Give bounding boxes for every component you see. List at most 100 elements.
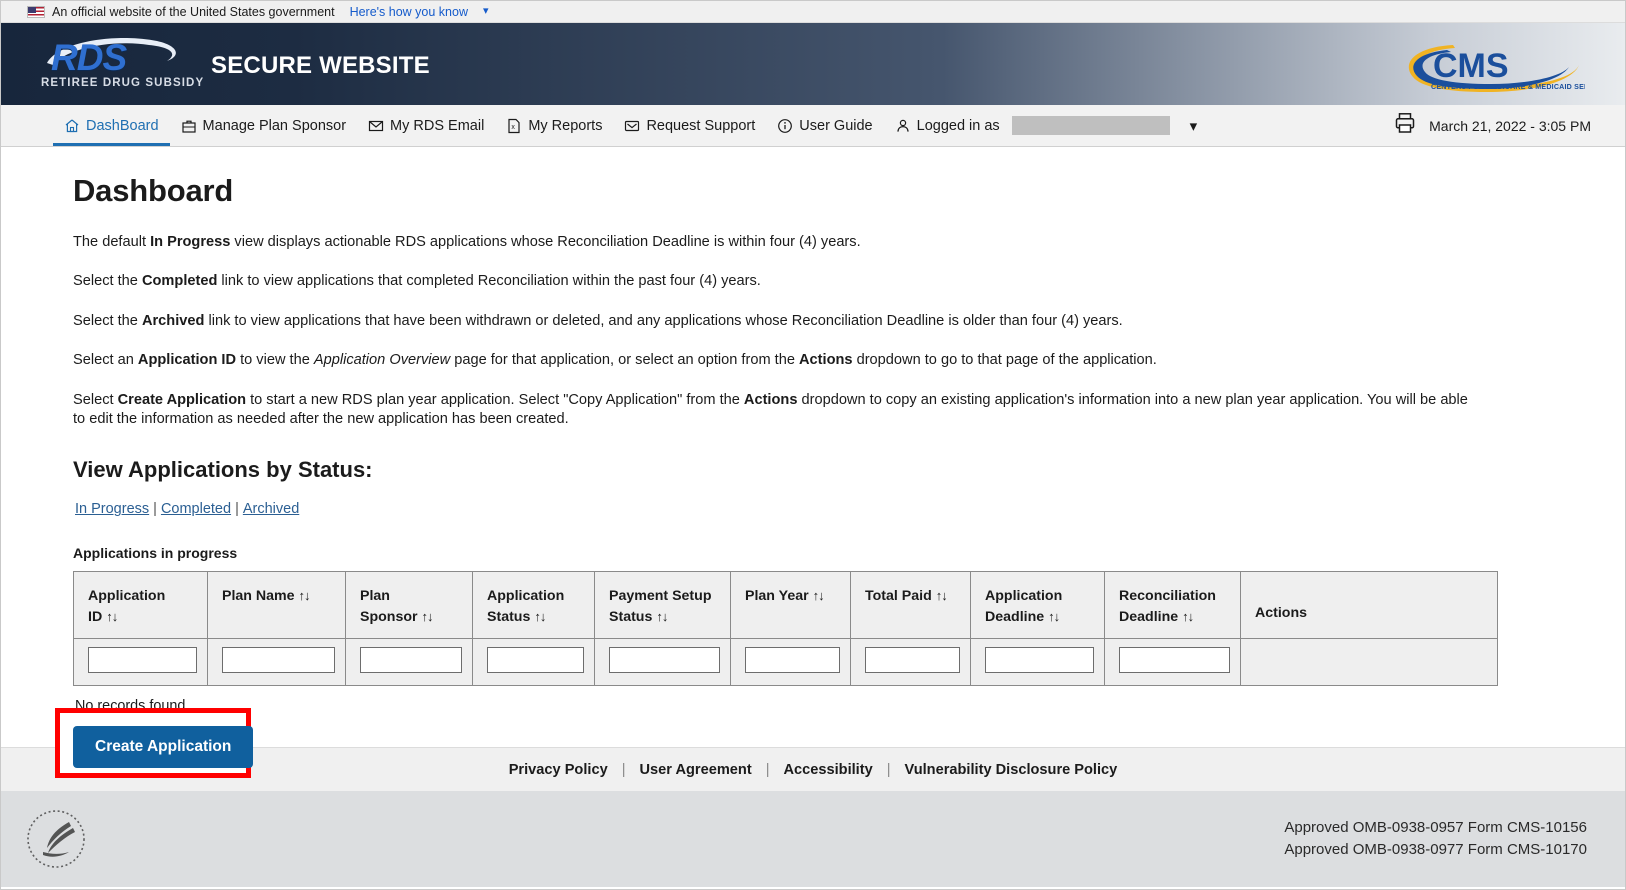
site-masthead: RDS RETIREE DRUG SUBSIDY SECURE WEBSITE … — [1, 23, 1625, 105]
status-link-in-progress[interactable]: In Progress — [75, 501, 149, 517]
logged-in-label: Logged in as — [917, 118, 1000, 134]
filter-input-application-deadline[interactable] — [985, 647, 1094, 673]
no-records-message: No records found. — [75, 698, 1555, 714]
nav-item-request-support[interactable]: Request Support — [613, 105, 766, 146]
column-header-application-id[interactable]: Application ID↑↓ — [74, 572, 208, 638]
nav-label: User Guide — [799, 118, 872, 134]
intro-paragraph: Select Create Application to start a new… — [73, 391, 1473, 430]
nav-label: My RDS Email — [390, 118, 484, 134]
column-header-application-deadline[interactable]: Application Deadline↑↓ — [971, 572, 1105, 638]
column-header-label: Reconciliation Deadline — [1119, 588, 1216, 625]
printer-icon[interactable] — [1393, 111, 1417, 140]
table-header-row: Application ID↑↓Plan Name↑↓Plan Sponsor↑… — [74, 572, 1498, 638]
filter-input-total-paid[interactable] — [865, 647, 960, 673]
filter-input-plan-name[interactable] — [222, 647, 335, 673]
omb-approval-block: Approved OMB-0938-0957 Form CMS-10156 Ap… — [1284, 817, 1587, 861]
nav-item-dashboard[interactable]: DashBoard — [53, 105, 170, 146]
create-application-wrapper: Create Application — [73, 726, 253, 768]
status-link-separator: | — [235, 501, 239, 517]
filter-cell — [208, 638, 346, 685]
briefcase-icon — [181, 118, 197, 134]
create-application-button[interactable]: Create Application — [73, 726, 253, 768]
rds-wordmark: RDS — [51, 37, 126, 79]
nav-label: Manage Plan Sponsor — [203, 118, 347, 134]
us-flag-icon — [27, 6, 45, 18]
filter-input-plan-year[interactable] — [745, 647, 840, 673]
main-content: Dashboard The default In Progress view d… — [1, 147, 1625, 747]
intro-paragraph: Select an Application ID to view the App… — [73, 351, 1473, 370]
filter-input-application-id[interactable] — [88, 647, 197, 673]
footer-link-privacy-policy[interactable]: Privacy Policy — [495, 762, 622, 778]
page-title: Dashboard — [73, 173, 1555, 209]
heres-how-you-know-link[interactable]: Here's how you know — [350, 5, 468, 19]
filter-input-payment-setup-status[interactable] — [609, 647, 720, 673]
sort-arrows-icon[interactable]: ↑↓ — [936, 588, 947, 603]
view-applications-heading: View Applications by Status: — [73, 457, 1555, 483]
table-caption: Applications in progress — [73, 545, 1555, 561]
footer-bottom: Approved OMB-0938-0957 Form CMS-10156 Ap… — [1, 791, 1625, 887]
user-menu-chevron-down-icon[interactable]: ▾ — [1190, 117, 1198, 135]
status-link-completed[interactable]: Completed — [161, 501, 231, 517]
column-header-plan-name[interactable]: Plan Name↑↓ — [208, 572, 346, 638]
chevron-down-icon[interactable]: ▾ — [483, 6, 489, 17]
column-header-label: Application ID — [88, 588, 165, 625]
filter-input-plan-sponsor[interactable] — [360, 647, 462, 673]
sort-arrows-icon[interactable]: ↑↓ — [534, 609, 545, 624]
column-header-reconciliation-deadline[interactable]: Reconciliation Deadline↑↓ — [1105, 572, 1241, 638]
home-icon — [64, 118, 80, 134]
sort-arrows-icon[interactable]: ↑↓ — [106, 609, 117, 624]
status-link-archived[interactable]: Archived — [243, 501, 299, 517]
nav-utility-group: March 21, 2022 - 3:05 PM — [1393, 105, 1625, 146]
intro-paragraphs: The default In Progress view displays ac… — [73, 233, 1555, 429]
status-filter-links: In Progress|Completed|Archived — [75, 501, 1555, 517]
sort-arrows-icon[interactable]: ↑↓ — [422, 609, 433, 624]
intro-paragraph: Select the Completed link to view applic… — [73, 272, 1473, 291]
filter-cell — [346, 638, 473, 685]
rds-logo[interactable]: RDS RETIREE DRUG SUBSIDY — [39, 35, 189, 93]
filter-cell — [74, 638, 208, 685]
footer-link-accessibility[interactable]: Accessibility — [769, 762, 886, 778]
filter-input-application-status[interactable] — [487, 647, 584, 673]
column-header-label: Actions — [1255, 605, 1307, 621]
column-header-label: Application Status — [487, 588, 564, 625]
current-datetime: March 21, 2022 - 3:05 PM — [1429, 118, 1591, 134]
column-header-payment-setup-status[interactable]: Payment Setup Status↑↓ — [595, 572, 731, 638]
omb-line: Approved OMB-0938-0957 Form CMS-10156 — [1284, 817, 1587, 839]
nav-label: Request Support — [646, 118, 755, 134]
sort-arrows-icon[interactable]: ↑↓ — [813, 588, 824, 603]
intro-paragraph: The default In Progress view displays ac… — [73, 233, 1473, 252]
nav-item-my-rds-email[interactable]: My RDS Email — [357, 105, 495, 146]
sort-arrows-icon[interactable]: ↑↓ — [1048, 609, 1059, 624]
cms-logo: CMS CENTERS FOR MEDICARE & MEDICAID SERV… — [1395, 39, 1585, 95]
hhs-seal-icon — [25, 808, 87, 870]
svg-text:CMS: CMS — [1433, 47, 1509, 85]
secure-website-title: SECURE WEBSITE — [211, 52, 430, 80]
filter-cell — [731, 638, 851, 685]
filter-cell — [971, 638, 1105, 685]
logged-in-as-group[interactable]: Logged in as ▾ — [884, 105, 1209, 146]
column-header-plan-sponsor[interactable]: Plan Sponsor↑↓ — [346, 572, 473, 638]
intro-paragraph: Select the Archived link to view applica… — [73, 312, 1473, 331]
info-circle-icon — [777, 118, 793, 134]
filter-cell-actions — [1241, 638, 1498, 685]
filter-input-reconciliation-deadline[interactable] — [1119, 647, 1230, 673]
status-link-separator: | — [153, 501, 157, 517]
nav-item-manage-plan-sponsor[interactable]: Manage Plan Sponsor — [170, 105, 358, 146]
column-header-total-paid[interactable]: Total Paid↑↓ — [851, 572, 971, 638]
person-icon — [895, 118, 911, 134]
nav-item-user-guide[interactable]: User Guide — [766, 105, 883, 146]
rds-tagline: RETIREE DRUG SUBSIDY — [41, 77, 204, 89]
nav-label: DashBoard — [86, 118, 159, 134]
sort-arrows-icon[interactable]: ↑↓ — [1182, 609, 1193, 624]
sort-arrows-icon[interactable]: ↑↓ — [656, 609, 667, 624]
omb-line: Approved OMB-0938-0977 Form CMS-10170 — [1284, 839, 1587, 861]
filter-cell — [1105, 638, 1241, 685]
sort-arrows-icon[interactable]: ↑↓ — [299, 588, 310, 603]
footer-link-user-agreement[interactable]: User Agreement — [625, 762, 765, 778]
banner-text: An official website of the United States… — [52, 5, 335, 19]
column-header-application-status[interactable]: Application Status↑↓ — [473, 572, 595, 638]
nav-item-my-reports[interactable]: x My Reports — [495, 105, 613, 146]
footer-link-vulnerability-disclosure-policy[interactable]: Vulnerability Disclosure Policy — [891, 762, 1132, 778]
filter-cell — [851, 638, 971, 685]
column-header-plan-year[interactable]: Plan Year↑↓ — [731, 572, 851, 638]
